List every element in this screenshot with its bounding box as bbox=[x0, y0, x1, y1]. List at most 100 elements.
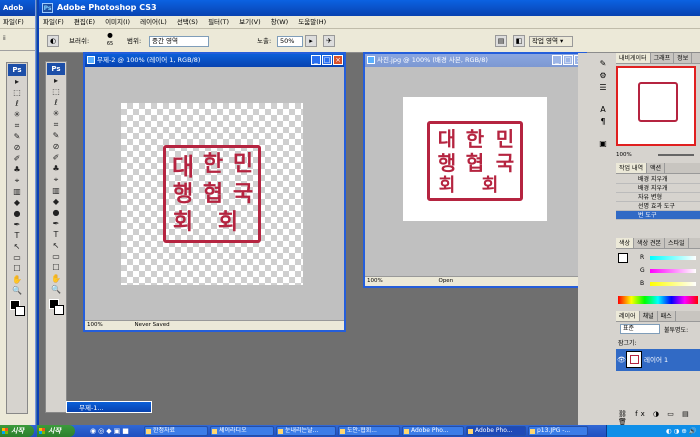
canvas-area[interactable]: 대 한 민 행 협 국 회 회 bbox=[85, 67, 344, 320]
tool-icon[interactable]: ℓ bbox=[49, 98, 63, 108]
workspace-menu[interactable]: 작업 영역 ▾ bbox=[529, 36, 573, 47]
color-slider-r[interactable] bbox=[650, 256, 696, 260]
menu-edit[interactable]: 편집(E) bbox=[70, 16, 99, 29]
start-button[interactable]: 시작 bbox=[37, 425, 75, 437]
color-spectrum-ramp[interactable] bbox=[618, 296, 698, 304]
tool-icon[interactable]: ✐ bbox=[49, 153, 63, 163]
taskbar-button[interactable]: 도안-협회... bbox=[338, 426, 400, 436]
start-button-background[interactable]: 시작 bbox=[0, 425, 34, 437]
tool-icon[interactable]: ⬚ bbox=[49, 87, 63, 97]
quick-launch-icons[interactable]: ◉◎◆▣■ bbox=[90, 427, 131, 435]
tool-icon[interactable]: ✒ bbox=[10, 220, 24, 230]
taskbar-button-active[interactable]: Adobe Pho... bbox=[466, 426, 526, 436]
tool-icon[interactable]: ▥ bbox=[49, 186, 63, 196]
photo-canvas[interactable]: 대 한 민 행 협 국 회 회 bbox=[403, 97, 547, 221]
character-panel-icon[interactable]: A bbox=[593, 105, 613, 117]
color-slider-b[interactable] bbox=[650, 282, 696, 286]
blend-mode-select[interactable]: 표준 bbox=[620, 324, 660, 334]
brush-preview[interactable]: ● 65 bbox=[103, 31, 117, 47]
tool-icon[interactable]: ▸ bbox=[10, 77, 24, 87]
system-tray[interactable]: ◐ ◑ ⊕ 🔊 bbox=[606, 425, 700, 437]
tab-swatches[interactable]: 색상 견본 bbox=[634, 238, 666, 248]
color-slider-g[interactable] bbox=[650, 269, 696, 273]
tool-icon[interactable]: ● bbox=[49, 208, 63, 218]
tool-preset-icon[interactable]: ◐ bbox=[47, 35, 59, 47]
minimize-button[interactable]: _ bbox=[311, 55, 321, 65]
tab-layers[interactable]: 레이어 bbox=[616, 311, 640, 321]
exposure-input[interactable]: 50% bbox=[277, 36, 303, 47]
history-item-selected[interactable]: 번 도구 bbox=[616, 211, 700, 220]
clone-source-icon[interactable]: ▣ bbox=[593, 139, 613, 151]
background-tool-icon[interactable]: ⅱ bbox=[3, 35, 6, 42]
tool-icon[interactable]: ⌗ bbox=[10, 121, 24, 131]
tool-icon[interactable]: ▥ bbox=[10, 187, 24, 197]
navigator-zoom-slider[interactable] bbox=[658, 154, 694, 156]
layer-row-selected[interactable]: 👁 레이어 1 bbox=[616, 349, 700, 371]
menu-window[interactable]: 창(W) bbox=[267, 16, 292, 29]
navigator-zoom[interactable]: 100% bbox=[616, 152, 632, 158]
tool-icon[interactable]: 🔍 bbox=[10, 286, 24, 296]
tool-icon[interactable]: ↖ bbox=[10, 242, 24, 252]
tool-icon[interactable]: ✐ bbox=[10, 154, 24, 164]
tab-history[interactable]: 작업 내역 bbox=[616, 163, 647, 173]
minimize-button[interactable]: _ bbox=[552, 55, 562, 65]
tool-icon[interactable]: ● bbox=[10, 209, 24, 219]
history-item[interactable]: 배경 지우개 bbox=[616, 184, 700, 193]
paragraph-panel-icon[interactable]: ¶ bbox=[593, 117, 613, 129]
layer-comps-icon[interactable]: ☰ bbox=[593, 83, 613, 95]
tab-paths[interactable]: 패스 bbox=[658, 311, 676, 321]
menu-file[interactable]: 파일(F) bbox=[39, 16, 68, 29]
range-select[interactable]: 중간 영역 bbox=[149, 36, 209, 47]
history-item[interactable]: 선명 효과 도구 bbox=[616, 202, 700, 211]
tool-icon[interactable]: T bbox=[10, 231, 24, 241]
maximize-button[interactable]: □ bbox=[322, 55, 332, 65]
taskbar-button[interactable]: p13.JPG -... bbox=[528, 426, 588, 436]
background-color-swatches[interactable] bbox=[9, 300, 25, 318]
history-item[interactable]: 자유 변형 bbox=[616, 193, 700, 202]
tab-channels[interactable]: 채널 bbox=[640, 311, 658, 321]
taskbar-button[interactable]: 한정자료 bbox=[144, 426, 208, 436]
background-app-window[interactable]: Adob 파일(F) ⅱ Ps ▸ ⬚ ℓ ✳ ⌗ ✎ ⊘ ✐ ♣ ⌖ ▥ ◆ ● ✒ T ↖ ▭ ☐ ✋ 🔍 bbox=[0, 0, 36, 425]
tool-icon[interactable]: ☐ bbox=[10, 264, 24, 274]
tab-info[interactable]: 정보 bbox=[674, 53, 693, 63]
tool-icon[interactable]: ✋ bbox=[10, 275, 24, 285]
tool-icon[interactable]: ♣ bbox=[49, 164, 63, 174]
bridge-icon[interactable]: ◧ bbox=[513, 35, 525, 47]
tool-icon[interactable]: 🔍 bbox=[49, 285, 63, 295]
document-title-bar[interactable]: 무제-2 @ 100% (레이어 1, RGB/8) _ □ × bbox=[85, 54, 344, 67]
background-window-title[interactable]: Adob bbox=[0, 0, 35, 16]
document-window-untitled-2[interactable]: 무제-2 @ 100% (레이어 1, RGB/8) _ □ × 대 한 민 행 협… bbox=[83, 52, 346, 332]
document-window-photo[interactable]: 사진.jpg @ 100% (배경 사본, RGB/8) _□× 대 한 민 행… bbox=[363, 52, 587, 288]
tool-icon[interactable]: ▸ bbox=[49, 76, 63, 86]
maximize-button[interactable]: □ bbox=[563, 55, 573, 65]
menu-image[interactable]: 이미지(I) bbox=[101, 16, 134, 29]
layer-name[interactable]: 레이어 1 bbox=[644, 356, 668, 364]
tool-icon[interactable]: ✳ bbox=[10, 110, 24, 120]
tool-icon[interactable]: ✒ bbox=[49, 219, 63, 229]
tool-icon[interactable]: ⊘ bbox=[10, 143, 24, 153]
airbrush-icon[interactable]: ✈ bbox=[323, 35, 335, 47]
color-swatches[interactable] bbox=[48, 299, 64, 317]
minimized-document-untitled-1[interactable]: 무제-1... bbox=[66, 401, 152, 413]
tool-icon[interactable]: ▭ bbox=[10, 253, 24, 263]
tool-icon[interactable]: ⬚ bbox=[10, 88, 24, 98]
tool-presets-icon[interactable]: ⚙ bbox=[593, 71, 613, 83]
tool-icon[interactable]: ✳ bbox=[49, 109, 63, 119]
tool-icon[interactable]: ⌗ bbox=[49, 120, 63, 130]
document-title-bar[interactable]: 사진.jpg @ 100% (배경 사본, RGB/8) _□× bbox=[365, 54, 585, 67]
eye-icon[interactable]: 👁 bbox=[617, 349, 626, 371]
tool-icon[interactable]: ♣ bbox=[10, 165, 24, 175]
tool-icon[interactable]: ◆ bbox=[49, 197, 63, 207]
tab-histogram[interactable]: 그래프 bbox=[651, 53, 675, 63]
transparent-canvas[interactable]: 대 한 민 행 협 국 회 회 bbox=[121, 103, 303, 285]
tool-icon[interactable]: ✎ bbox=[49, 131, 63, 141]
menu-help[interactable]: 도움말(H) bbox=[294, 16, 330, 29]
zoom-level[interactable]: 100% bbox=[367, 278, 383, 284]
taskbar-button[interactable]: 눈내리는날... bbox=[276, 426, 336, 436]
color-foreground-swatch[interactable] bbox=[618, 253, 628, 263]
tool-icon[interactable]: ✋ bbox=[49, 274, 63, 284]
menu-select[interactable]: 선택(S) bbox=[173, 16, 202, 29]
tool-icon[interactable]: ☐ bbox=[49, 263, 63, 273]
tool-icon[interactable]: ℓ bbox=[10, 99, 24, 109]
close-button[interactable]: × bbox=[333, 55, 343, 65]
